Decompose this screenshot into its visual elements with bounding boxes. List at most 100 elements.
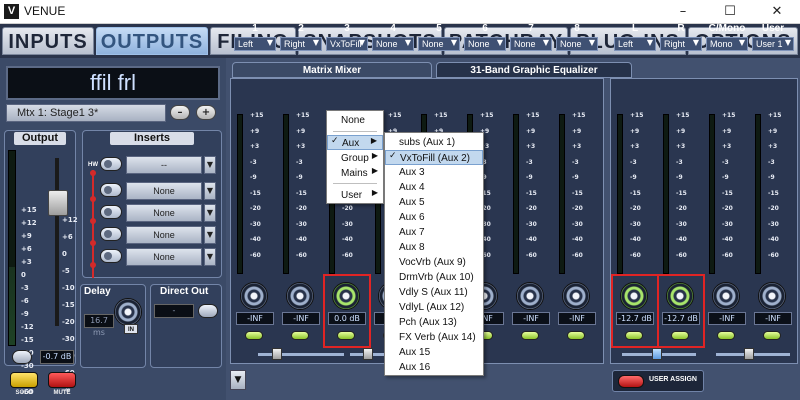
source-menu-item-mains[interactable]: Mains ▶	[327, 166, 383, 181]
aux-submenu: subs (Aux 1) ✓ VxToFill (Aux 2) Aux 3 Aux 4A…	[384, 132, 484, 376]
aux-menu-item[interactable]: Aux 5	[385, 195, 483, 210]
insert-bypass-toggle[interactable]	[100, 227, 122, 241]
insert-select[interactable]: None	[126, 226, 202, 244]
aux-menu-item[interactable]: Aux 7	[385, 225, 483, 240]
next-channel-button[interactable]: +	[196, 105, 216, 120]
strip-source-select[interactable]: User 1 ▼	[752, 37, 794, 51]
strip-source-label: None	[422, 39, 444, 49]
send-on-led[interactable]	[567, 331, 585, 340]
source-menu-item-group[interactable]: Group ▶	[327, 151, 383, 166]
check-icon: ✓	[389, 151, 397, 161]
strip-source-select[interactable]: Left ▼	[234, 37, 276, 51]
app-logo: V	[4, 4, 19, 19]
aux-menu-item[interactable]: Aux 6	[385, 210, 483, 225]
meter-scale-label: -12	[21, 323, 34, 331]
chevron-down-icon[interactable]: ▼	[204, 156, 216, 174]
strip-source-select[interactable]: VxToFill ▼	[326, 37, 368, 51]
chevron-down-icon: ▼	[692, 38, 699, 47]
send-level-knob[interactable]	[516, 282, 544, 310]
send-on-led[interactable]	[717, 331, 735, 340]
send-level-knob[interactable]	[240, 282, 268, 310]
strip-source-select[interactable]: Right ▼	[660, 37, 702, 51]
insert-bypass-toggle[interactable]	[100, 205, 122, 219]
chevron-down-icon[interactable]: ▼	[204, 204, 216, 222]
strip-source-select[interactable]: Left ▼	[614, 37, 656, 51]
channel-name-display[interactable]: ffil frl	[6, 66, 220, 100]
aux-menu-item[interactable]: Vdly S (Aux 11)	[385, 285, 483, 300]
strip-scale-label: -60	[526, 251, 537, 259]
aux-menu-item[interactable]: VdlyL (Aux 12)	[385, 300, 483, 315]
aux-menu-item[interactable]: Aux 15	[385, 345, 483, 360]
scroll-down-button[interactable]: ▼	[230, 370, 246, 390]
send-level-knob[interactable]	[286, 282, 314, 310]
insert-select[interactable]: None	[126, 182, 202, 200]
source-menu-item-aux[interactable]: ✓ Aux ▶	[327, 135, 383, 150]
user-assign-label: USER ASSIGN	[649, 376, 697, 383]
chevron-down-icon[interactable]: ▼	[204, 248, 216, 266]
insert-bypass-toggle[interactable]	[100, 183, 122, 197]
chevron-down-icon[interactable]: ▼	[204, 182, 216, 200]
user-assign-button[interactable]: USER ASSIGN	[612, 370, 704, 392]
chevron-down-icon[interactable]: ▼	[204, 226, 216, 244]
chevron-down-icon: ▼	[738, 38, 745, 47]
aux-menu-item[interactable]: FX Verb (Aux 14)	[385, 330, 483, 345]
source-menu-item-user[interactable]: User ▶	[327, 188, 383, 203]
tab-outputs[interactable]: OUTPUTS	[96, 27, 208, 55]
tab-matrix-mixer[interactable]: Matrix Mixer	[232, 62, 432, 78]
direct-out-toggle[interactable]	[198, 304, 218, 318]
lr-slider-handle[interactable]	[652, 348, 662, 360]
send-level-knob[interactable]	[712, 282, 740, 310]
fader-link-button[interactable]	[12, 350, 32, 364]
send-on-led[interactable]	[291, 331, 309, 340]
aux-menu-item[interactable]: Aux 8	[385, 240, 483, 255]
insert-bypass-toggle[interactable]	[100, 249, 122, 263]
delay-knob[interactable]	[114, 298, 142, 326]
pan-slider-handle[interactable]	[272, 348, 282, 360]
meter-scale-label: +9	[21, 232, 32, 240]
tab-graphic-eq[interactable]: 31-Band Graphic Equalizer	[436, 62, 632, 78]
solo-button[interactable]	[10, 372, 38, 388]
send-level-knob[interactable]	[562, 282, 590, 310]
aux-menu-item[interactable]: VocVrb (Aux 9)	[385, 255, 483, 270]
send-level-knob[interactable]	[758, 282, 786, 310]
channel-panel: ffil frl Mtx 1: Stage1 3* – + Output +15…	[0, 58, 226, 400]
aux-menu-item[interactable]: DrmVrb (Aux 10)	[385, 270, 483, 285]
strip-source-select[interactable]: None ▼	[418, 37, 460, 51]
pan-slider-handle[interactable]	[363, 348, 373, 360]
send-on-led[interactable]	[763, 331, 781, 340]
send-on-led[interactable]	[521, 331, 539, 340]
fader-scale-label: +12	[62, 216, 78, 224]
aux-menu-item[interactable]: subs (Aux 1)	[385, 135, 483, 150]
strip-scale-label: -9	[630, 174, 637, 181]
aux-menu-item[interactable]: ✓ VxToFill (Aux 2)	[385, 150, 483, 165]
delay-in-button[interactable]: IN	[124, 324, 138, 334]
strip-source-select[interactable]: Mono ▼	[706, 37, 748, 51]
send-on-led[interactable]	[245, 331, 263, 340]
strip-scale-label: +9	[722, 127, 732, 135]
delay-value-display: 16.7 ms	[84, 314, 114, 337]
strip-source-select[interactable]: None ▼	[510, 37, 552, 51]
mute-button[interactable]	[48, 372, 76, 388]
source-menu-item-none[interactable]: None	[327, 113, 383, 128]
aux-menu-item[interactable]: Aux 16	[385, 360, 483, 375]
strip-source-select[interactable]: None ▼	[556, 37, 598, 51]
aux-menu-item[interactable]: Pch (Aux 13)	[385, 315, 483, 330]
matrix-select[interactable]: Mtx 1: Stage1 3*	[6, 104, 166, 122]
tab-inputs[interactable]: INPUTS	[2, 27, 94, 55]
strip-source-select[interactable]: Right ▼	[280, 37, 322, 51]
insert-select[interactable]: --	[126, 156, 202, 174]
insert-bypass-toggle[interactable]	[100, 157, 122, 171]
insert-select[interactable]: None	[126, 204, 202, 222]
insert-select[interactable]: None	[126, 248, 202, 266]
aux-menu-item[interactable]: Aux 3	[385, 165, 483, 180]
strip-source-select[interactable]: None ▼	[464, 37, 506, 51]
submenu-arrow-icon: ▶	[371, 151, 378, 160]
prev-channel-button[interactable]: –	[170, 105, 190, 120]
aux-menu-item[interactable]: Aux 4	[385, 180, 483, 195]
maximize-button[interactable]: ☐	[707, 0, 753, 24]
strip-source-select[interactable]: None ▼	[372, 37, 414, 51]
output-fader-handle[interactable]	[48, 190, 68, 216]
mono-slider-handle[interactable]	[744, 348, 754, 360]
minimize-button[interactable]: –	[660, 0, 706, 24]
close-button[interactable]: ✕	[754, 0, 800, 24]
